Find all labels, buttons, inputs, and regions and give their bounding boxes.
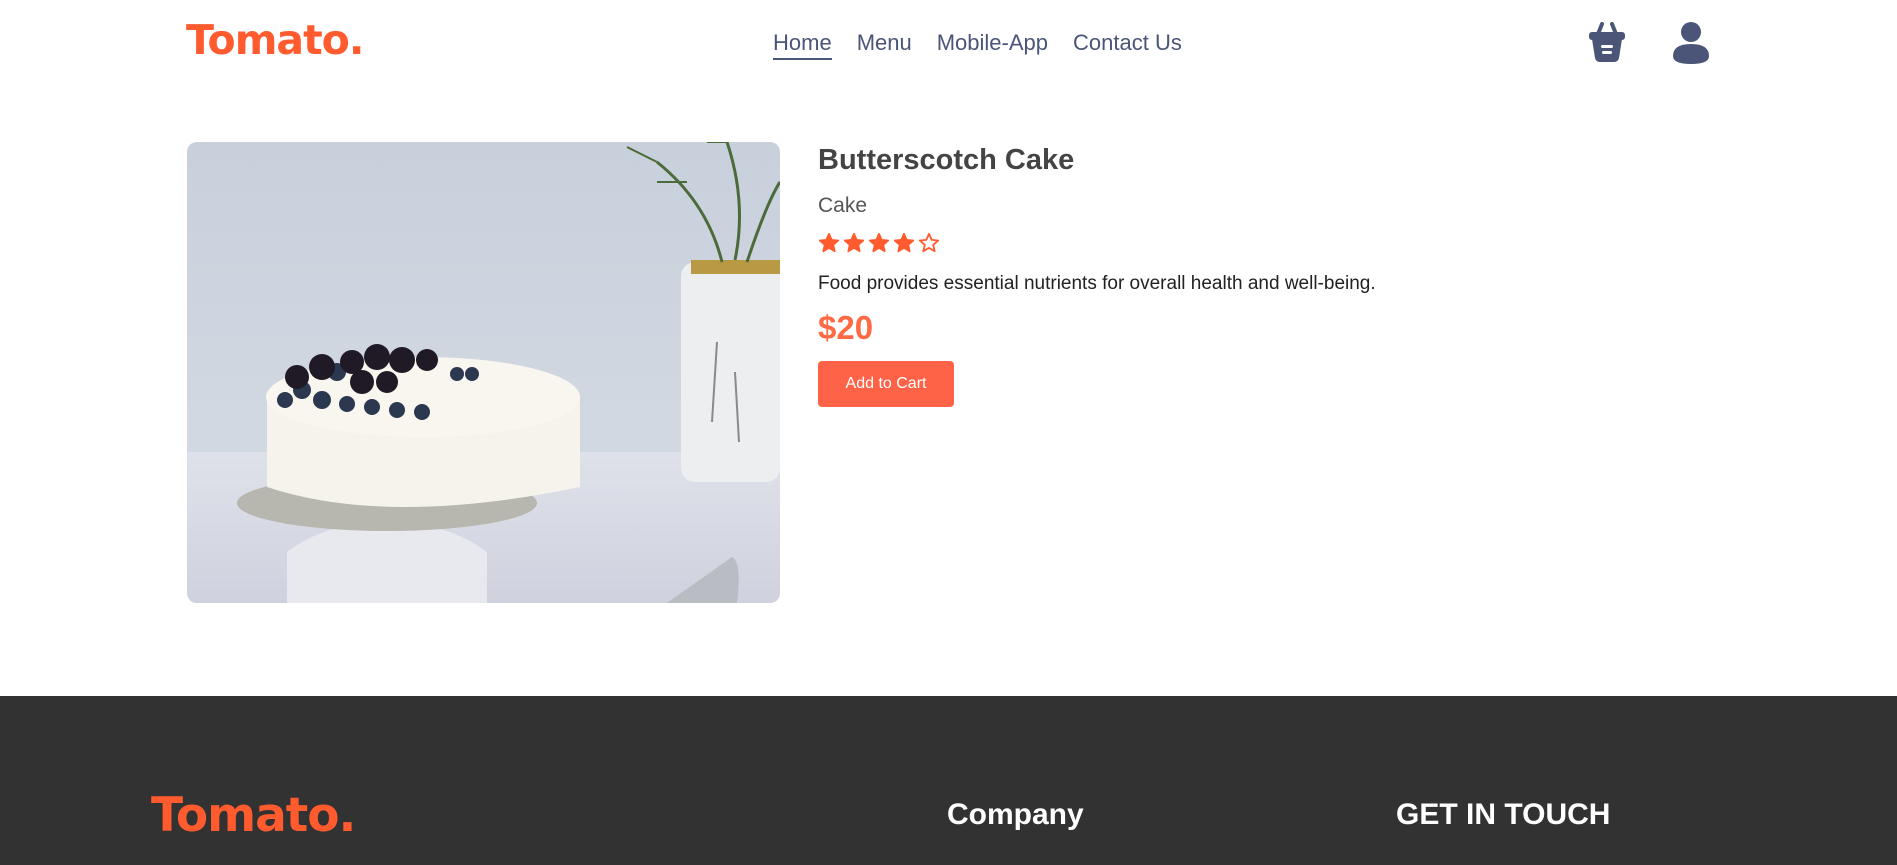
product-price: $20	[818, 309, 874, 346]
logo[interactable]: Tomato.	[186, 16, 364, 64]
footer-logo: Tomato.	[151, 788, 356, 843]
product-description: Food provides essential nutrients for ov…	[818, 273, 1376, 294]
nav-contact-us[interactable]: Contact Us	[1073, 30, 1182, 60]
star-filled-icon	[868, 232, 890, 254]
footer-contact-heading: GET IN TOUCH	[1396, 798, 1611, 831]
profile-icon[interactable]	[1670, 20, 1712, 64]
product-name: Butterscotch Cake	[818, 144, 1075, 176]
nav-mobile-app[interactable]: Mobile-App	[937, 30, 1048, 60]
star-filled-icon	[818, 232, 840, 254]
nav-home[interactable]: Home	[773, 30, 832, 60]
product-category: Cake	[818, 194, 868, 217]
star-empty-icon	[918, 232, 940, 254]
star-rating	[818, 232, 940, 254]
footer-company-heading: Company	[947, 798, 1084, 831]
basket-icon[interactable]	[1586, 20, 1628, 64]
star-filled-icon	[893, 232, 915, 254]
star-filled-icon	[843, 232, 865, 254]
product-image	[187, 142, 780, 603]
add-to-cart-button[interactable]: Add to Cart	[818, 361, 954, 407]
site-header: Tomato. Home Menu Mobile-App Contact Us	[0, 0, 1897, 90]
main-nav: Home Menu Mobile-App Contact Us	[773, 30, 1182, 60]
nav-menu[interactable]: Menu	[857, 30, 912, 60]
site-footer: Tomato. Company GET IN TOUCH	[0, 696, 1897, 865]
